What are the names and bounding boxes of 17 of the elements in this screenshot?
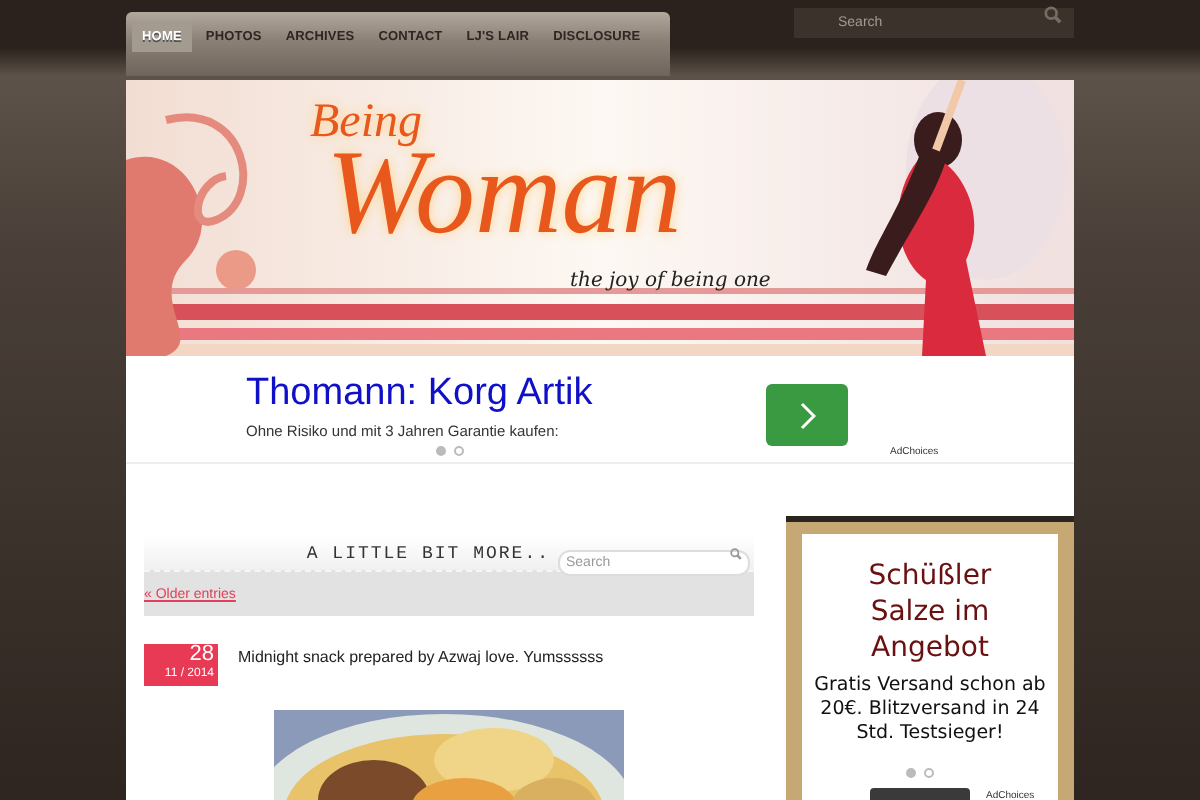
tagline: the joy of being one [570,270,771,292]
carousel-dot[interactable] [436,446,446,456]
search-icon [1044,6,1062,24]
chevron-icon [799,401,815,429]
section-heading: A LITTLE BIT MORE.. [306,543,550,563]
post-title[interactable]: Midnight snack prepared by Azwaj love. Yumssssss [238,648,604,686]
carousel-dot[interactable] [906,768,916,778]
ad-text: Gratis Versand schon ab 20€. Blitzversand in 24 Std. Testsieger! [812,674,1048,746]
ad-headline[interactable]: Thomann: Korg Artik [246,372,646,416]
carousel-dot[interactable] [924,768,934,778]
ad-headline[interactable]: Schüßler Salze im Angebot [830,558,1030,666]
ad-button[interactable] [870,788,970,800]
post-day: 28 [189,644,214,666]
logo-title: Being [310,96,422,150]
search-icon [730,548,742,560]
carousel-dot[interactable] [454,446,464,456]
next-button[interactable] [766,384,848,446]
